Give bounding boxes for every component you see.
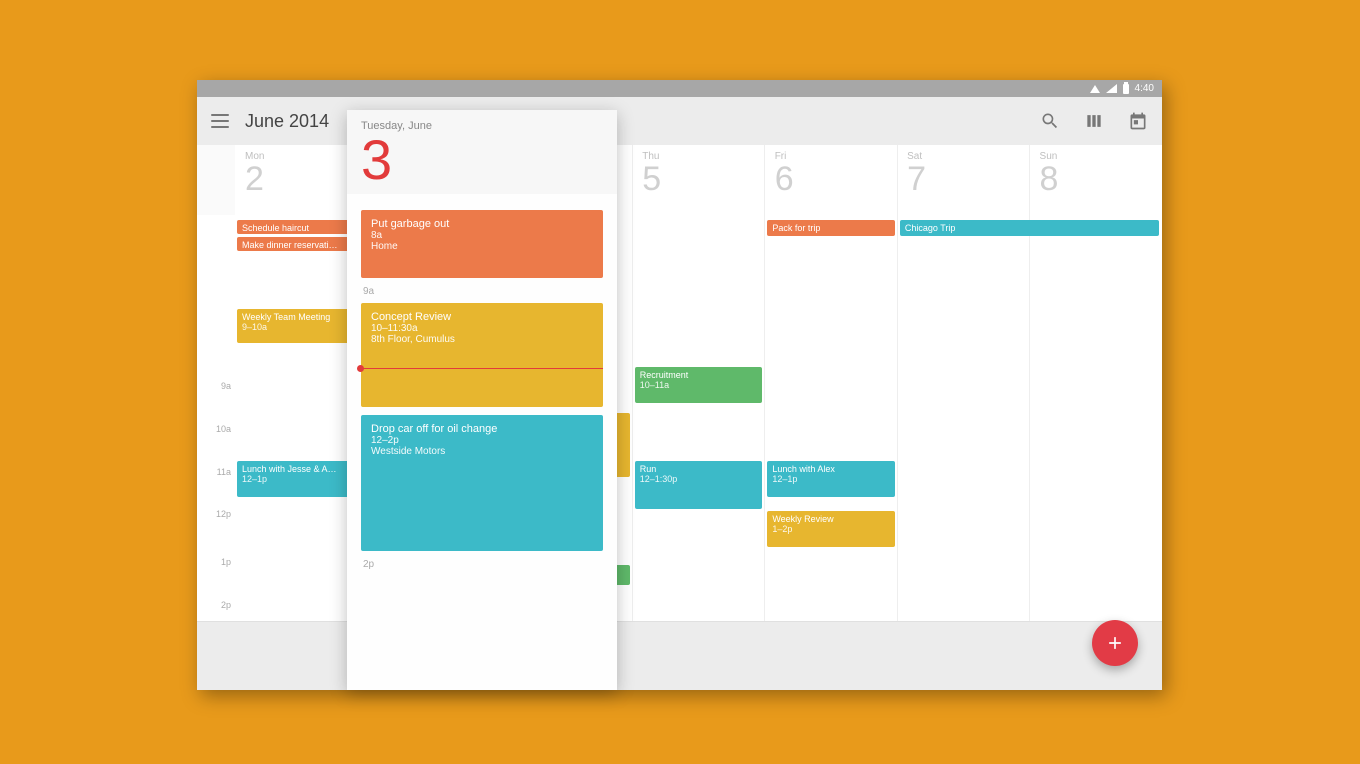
calendar-event[interactable]: Pack for trip [767, 220, 895, 236]
menu-icon[interactable] [211, 114, 229, 128]
event-title: Run [640, 464, 758, 474]
selected-day-subtitle: Tuesday, June [361, 120, 603, 132]
today-icon[interactable] [1128, 111, 1148, 131]
selected-day-header: Tuesday, June 3 [347, 110, 617, 194]
calendar-event[interactable]: Recruitment10–11a [635, 367, 763, 403]
day-column[interactable]: Recruitment10–11a Run12–1:30p [633, 145, 766, 690]
wifi-icon [1090, 85, 1100, 93]
day-card-event[interactable]: Drop car off for oil change12–2pWestside… [361, 415, 603, 551]
selected-day-body: Put garbage out8aHome 9a Concept Review10–… [361, 210, 603, 690]
day-column[interactable] [1030, 145, 1162, 690]
event-title: Drop car off for oil change [371, 423, 593, 435]
event-subtitle: 12–1p [772, 474, 890, 484]
event-location: Home [371, 241, 593, 252]
day-card-event[interactable]: Concept Review10–11:30a8th Floor, Cumulu… [361, 303, 603, 407]
selected-day-card: Tuesday, June 3 Put garbage out8aHome 9a C… [347, 110, 617, 690]
event-time: 12–2p [371, 435, 593, 446]
calendar-event[interactable]: Weekly Team Meeting9–10a [237, 309, 365, 343]
event-title: Recruitment [640, 370, 758, 380]
event-title: Lunch with Alex [772, 464, 890, 474]
event-subtitle: 12–1p [242, 474, 360, 484]
calendar-event[interactable]: Weekly Review1–2p [767, 511, 895, 547]
calendar-event[interactable]: Lunch with Alex12–1p [767, 461, 895, 497]
time-axis: 9a 10a 11a 12p 1p 2p [197, 215, 236, 690]
event-time: 8a [371, 230, 593, 241]
calendar-event[interactable]: Make dinner reservati… [237, 237, 365, 251]
day-card-timestamp: 9a [363, 286, 603, 297]
selected-day-number: 3 [361, 132, 603, 188]
calendar-event[interactable]: Schedule haircut [237, 220, 365, 234]
event-title: Concept Review [371, 311, 593, 323]
event-subtitle: 1–2p [772, 524, 890, 534]
time-label: 1p [221, 557, 231, 567]
current-time-indicator [361, 368, 603, 369]
app-title[interactable]: June 2014 [245, 111, 329, 132]
search-icon[interactable] [1040, 111, 1060, 131]
status-time: 4:40 [1135, 83, 1154, 94]
tablet-frame: 4:40 June 2014 Mon2Tue3Wed4Thu5Fri6Sat7S… [197, 80, 1162, 690]
time-label: 11a [217, 467, 231, 477]
app-bar: June 2014 [197, 97, 1162, 145]
add-event-fab[interactable] [1092, 620, 1138, 666]
calendar-event[interactable]: Lunch with Jesse & A…12–1p [237, 461, 365, 497]
event-location: Westside Motors [371, 446, 593, 457]
calendar-event[interactable]: Run12–1:30p [635, 461, 763, 509]
status-bar: 4:40 [197, 80, 1162, 97]
battery-icon [1123, 84, 1129, 94]
event-title: Weekly Review [772, 514, 890, 524]
day-card-event[interactable]: Put garbage out8aHome [361, 210, 603, 278]
event-title: Schedule haircut [242, 223, 360, 233]
event-subtitle: 10–11a [640, 380, 758, 390]
event-subtitle: 9–10a [242, 322, 360, 332]
time-label: 12p [216, 509, 231, 519]
event-title: Weekly Team Meeting [242, 312, 360, 322]
time-label: 10a [216, 424, 231, 434]
day-card-timestamp: 2p [363, 559, 603, 570]
cell-signal-icon [1106, 84, 1117, 93]
event-subtitle: 12–1:30p [640, 474, 758, 484]
plus-icon [1105, 633, 1125, 653]
time-label: 9a [221, 381, 231, 391]
event-title: Lunch with Jesse & A… [242, 464, 360, 474]
time-label: 2p [221, 600, 231, 610]
event-title: Put garbage out [371, 218, 593, 230]
day-column[interactable]: Chicago Trip [898, 145, 1031, 690]
event-time: 10–11:30a [371, 323, 593, 334]
event-title: Pack for trip [772, 223, 890, 233]
bottom-bar [197, 621, 1162, 690]
event-title: Make dinner reservati… [242, 240, 360, 250]
event-location: 8th Floor, Cumulus [371, 334, 593, 345]
day-column[interactable]: Pack for trip Lunch with Alex12–1p Weekly … [765, 145, 898, 690]
view-columns-icon[interactable] [1084, 111, 1104, 131]
